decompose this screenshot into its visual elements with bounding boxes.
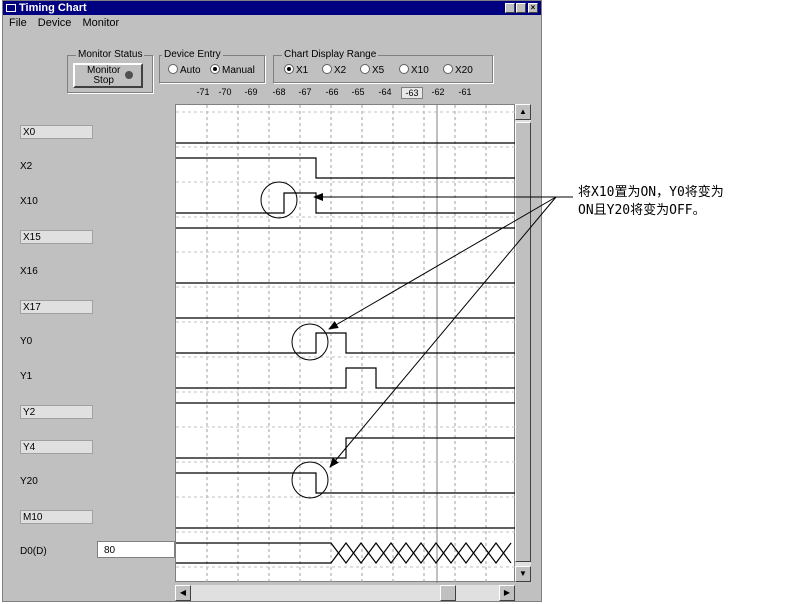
- trace-y0: [176, 332, 516, 354]
- monitor-status-label: Monitor Status: [76, 49, 145, 61]
- annotation-line2: ON且Y20将变为OFF。: [578, 203, 706, 218]
- device-label-d0[interactable]: D0(D): [20, 545, 47, 559]
- device-entry-label: Device Entry: [162, 49, 223, 61]
- device-entry-auto-radio[interactable]: Auto: [168, 64, 201, 77]
- tick-label: -71: [196, 87, 210, 97]
- radio-icon: [168, 64, 178, 74]
- scroll-right-button[interactable]: ▶: [499, 585, 515, 601]
- menu-bar: File Device Monitor: [3, 15, 541, 31]
- app-icon: [6, 4, 16, 12]
- chart-display-range-label: Chart Display Range: [282, 49, 379, 61]
- range-x5-radio[interactable]: X5: [360, 64, 384, 77]
- radio-selected-icon: [284, 64, 294, 74]
- signal-traces: [176, 142, 516, 564]
- range-x2-radio[interactable]: X2: [322, 64, 346, 77]
- status-led-icon: [125, 71, 133, 79]
- device-label-x0[interactable]: X0: [20, 125, 93, 139]
- radio-selected-icon: [210, 64, 220, 74]
- d0-value-field[interactable]: 80: [97, 541, 175, 558]
- monitor-stop-button[interactable]: Monitor Stop: [73, 63, 143, 88]
- device-label-x10[interactable]: X10: [20, 195, 38, 209]
- tick-label: -61: [458, 87, 472, 97]
- menu-device[interactable]: Device: [38, 17, 72, 29]
- device-label-y2[interactable]: Y2: [20, 405, 93, 419]
- tick-label: -67: [298, 87, 312, 97]
- close-button[interactable]: ×: [528, 3, 538, 13]
- maximize-button[interactable]: [516, 3, 526, 13]
- tick-label: -70: [218, 87, 232, 97]
- window-title: Timing Chart: [19, 2, 87, 14]
- current-tick-label: -63: [401, 87, 423, 99]
- timing-chart-window: Timing Chart × File Device Monitor Monit…: [2, 0, 542, 602]
- minimize-button[interactable]: [505, 3, 515, 13]
- timing-chart-area: [175, 104, 516, 583]
- horizontal-scroll-thumb[interactable]: [440, 585, 456, 601]
- horizontal-scrollbar[interactable]: ◀ ▶: [175, 585, 515, 601]
- trace-y1: [176, 367, 516, 389]
- device-label-x15[interactable]: X15: [20, 230, 93, 244]
- device-label-x16[interactable]: X16: [20, 265, 38, 279]
- radio-icon: [443, 64, 453, 74]
- vertical-scroll-thumb[interactable]: [515, 122, 531, 562]
- device-label-y4[interactable]: Y4: [20, 440, 93, 454]
- trace-x2: [176, 157, 516, 179]
- device-label-x2[interactable]: X2: [20, 160, 32, 174]
- radio-icon: [360, 64, 370, 74]
- highlight-circle-y0: [291, 323, 329, 361]
- device-label-y1[interactable]: Y1: [20, 370, 32, 384]
- tick-label: -64: [378, 87, 392, 97]
- tick-label: -68: [272, 87, 286, 97]
- tick-label: -65: [351, 87, 365, 97]
- tick-label: -62: [431, 87, 445, 97]
- scroll-down-button[interactable]: ▼: [515, 566, 531, 582]
- tick-label: -66: [325, 87, 339, 97]
- annotation-line1: 将X10置为ON，Y0将变为: [578, 185, 724, 200]
- monitor-stop-line2: Stop: [93, 75, 114, 86]
- range-x1-radio[interactable]: X1: [284, 64, 308, 77]
- device-label-y20[interactable]: Y20: [20, 475, 38, 489]
- device-label-m10[interactable]: M10: [20, 510, 93, 524]
- range-x20-radio[interactable]: X20: [443, 64, 473, 77]
- device-entry-manual-radio[interactable]: Manual: [210, 64, 255, 77]
- radio-icon: [322, 64, 332, 74]
- annotation-note: 将X10置为ON，Y0将变为 ON且Y20将变为OFF。: [578, 184, 724, 220]
- tick-label: -69: [244, 87, 258, 97]
- title-bar: Timing Chart ×: [3, 1, 541, 15]
- menu-file[interactable]: File: [9, 17, 27, 29]
- trace-y20: [176, 472, 516, 494]
- device-label-x17[interactable]: X17: [20, 300, 93, 314]
- scroll-up-button[interactable]: ▲: [515, 104, 531, 120]
- radio-icon: [399, 64, 409, 74]
- trace-y4: [176, 437, 516, 459]
- scroll-left-button[interactable]: ◀: [175, 585, 191, 601]
- menu-monitor[interactable]: Monitor: [82, 17, 119, 29]
- trace-x10: [176, 192, 516, 214]
- vertical-scrollbar[interactable]: ▲ ▼: [515, 104, 531, 582]
- range-x10-radio[interactable]: X10: [399, 64, 429, 77]
- highlight-circle-y20: [291, 461, 329, 499]
- device-label-y0[interactable]: Y0: [20, 335, 32, 349]
- timing-waveforms: [176, 105, 516, 583]
